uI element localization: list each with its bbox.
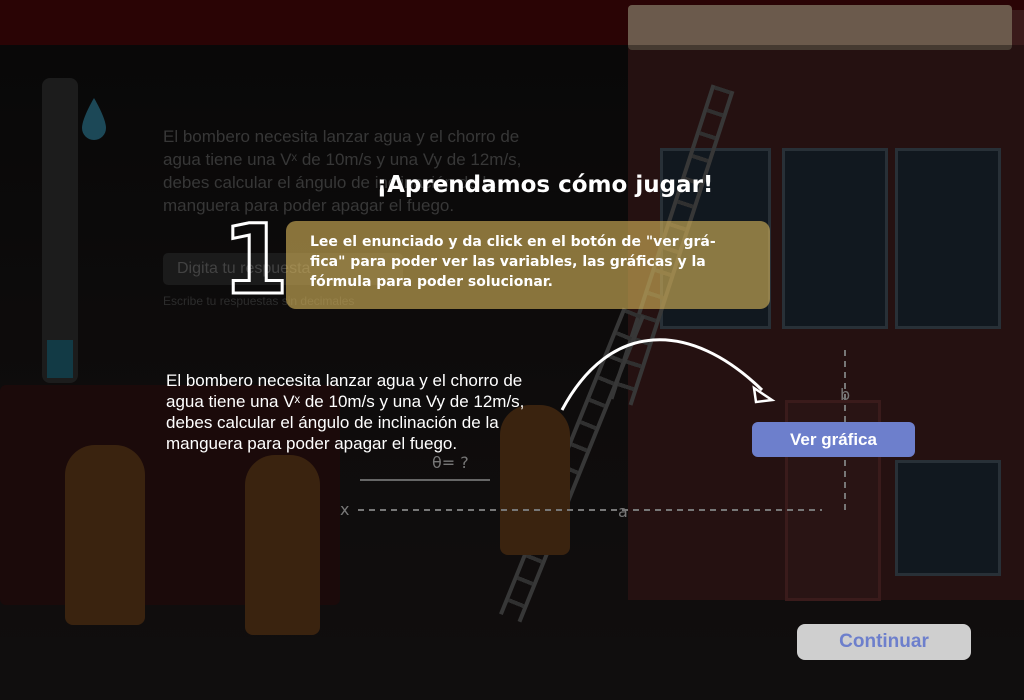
step-text: Lee el enunciado y da click en el botón … [310, 234, 716, 290]
b-label: b [840, 385, 850, 404]
tutorial-title: ¡Aprendamos cómo jugar! [376, 172, 714, 198]
angle-label: θ= ? [432, 453, 469, 472]
x-label: x [340, 500, 349, 519]
a-label: a [618, 502, 628, 521]
step-number: 1 [221, 203, 291, 318]
ver-grafica-button[interactable]: Ver gráfica [752, 422, 915, 457]
continuar-button[interactable]: Continuar [797, 624, 971, 660]
step-box: Lee el enunciado y da click en el botón … [286, 221, 770, 309]
trajectory-arrow [560, 338, 764, 411]
arrow-head-icon [752, 385, 776, 404]
building-roof [628, 5, 1012, 50]
